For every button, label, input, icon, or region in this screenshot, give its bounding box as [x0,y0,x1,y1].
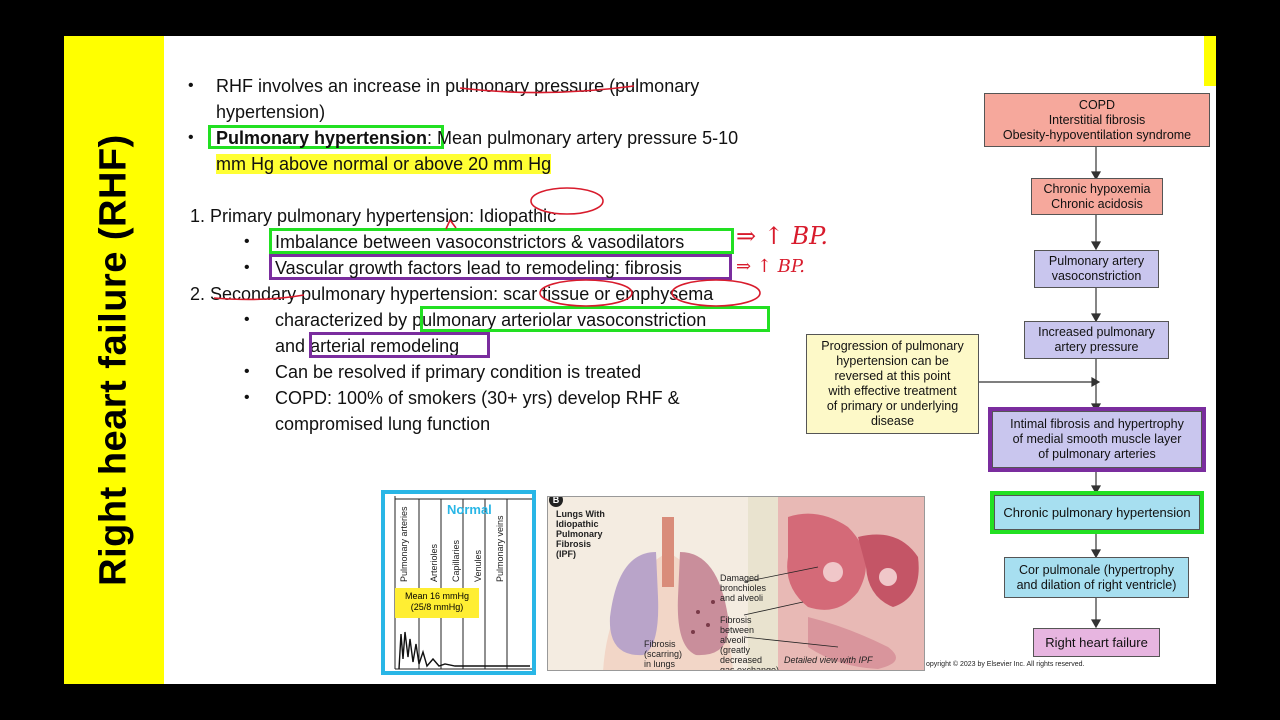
copyright-note: opyright © 2023 by Elsevier Inc. All rig… [926,661,1085,668]
flow-note-reversible: Progression of pulmonary hypertension ca… [806,334,979,434]
label-damaged-bronchioles: Damaged bronchioles and alveoli [720,573,767,603]
mean-pressure-line-1: Mean 16 mmHg [404,591,470,601]
figure-a-title: Normal [447,502,492,517]
label-fibrosis-between-alveoli: Fibrosis between alveoli (greatly decrea… [720,615,780,671]
flow-node-vasoconstriction: Pulmonary artery vasoconstriction [1034,250,1159,288]
mean-pressure-line-2: (25/8 mmHg) [410,602,464,612]
flow-node-increased-pressure: Increased pulmonary artery pressure [1024,321,1169,359]
column-label: Arterioles [429,543,439,582]
flow-node-text: Intimal fibrosis and hypertrophy of medi… [1010,417,1184,461]
label-detailed-view: Detailed view with IPF [784,655,873,665]
flow-node-chronic-ph: Chronic pulmonary hypertension [990,491,1204,534]
slide: Right heart failure (RHF) • RHF involves… [64,36,1216,684]
flow-node-text: Right heart failure [1045,635,1148,650]
flow-node-hypoxemia: Chronic hypoxemia Chronic acidosis [1031,178,1163,215]
flow-node-right-heart-failure: Right heart failure [1033,628,1160,657]
figure-b-title: Lungs With Idiopathic Pulmonary Fibrosis… [556,509,605,559]
flow-node-intimal-fibrosis: Intimal fibrosis and hypertrophy of medi… [988,407,1206,472]
flow-node-cor-pulmonale: Cor pulmonale (hypertrophy and dilation … [1004,557,1189,598]
flow-node-text: Chronic pulmonary hypertension [1003,505,1191,520]
flow-note-text: Progression of pulmonary hypertension ca… [821,339,964,428]
flow-node-text: COPD Interstitial fibrosis Obesity-hypov… [1002,97,1192,142]
label-fibrosis-scarring: Fibrosis (scarring) in lungs [644,639,683,669]
column-label: Pulmonary veins [495,515,505,582]
figure-b-ipf: B Lungs With Idiopathic Pulmonary Fibros… [547,496,925,671]
column-label: Capillaries [451,539,461,582]
flow-node-text: Chronic hypoxemia Chronic acidosis [1043,181,1151,211]
column-label: Venules [473,549,483,582]
flow-node-copd: COPD Interstitial fibrosis Obesity-hypov… [984,93,1210,147]
figure-a-normal: Normal Pulmonary arteries Arterioles Cap… [381,490,536,675]
flow-node-text: Cor pulmonale (hypertrophy and dilation … [1016,562,1177,592]
mean-pressure-label: Mean 16 mmHg (25/8 mmHg) [395,588,479,618]
flow-node-text: Pulmonary artery vasoconstriction [1048,254,1145,283]
flow-node-text: Increased pulmonary artery pressure [1038,325,1155,354]
column-label: Pulmonary arteries [399,506,409,582]
